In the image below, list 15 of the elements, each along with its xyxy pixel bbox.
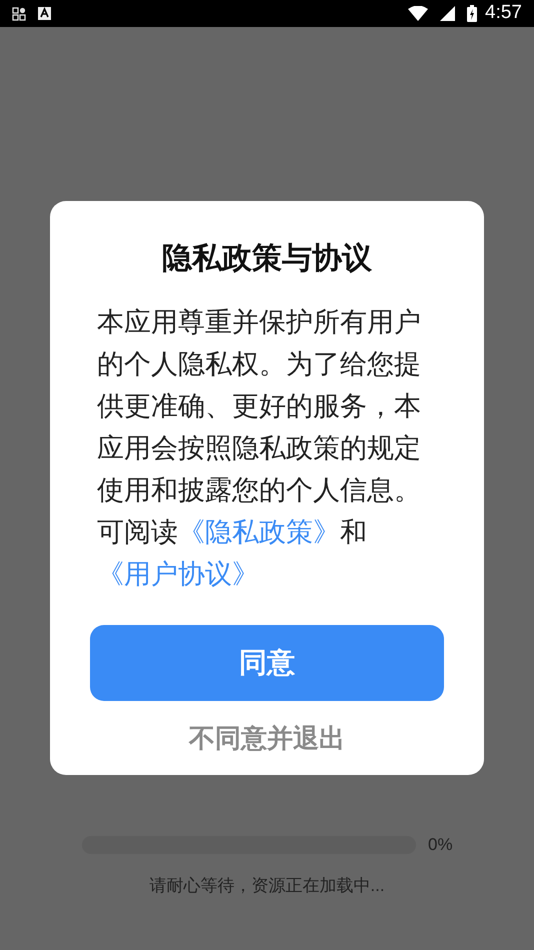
progress-percent: 0% [428,834,453,856]
signal-icon [440,6,456,21]
dialog-title: 隐私政策与协议 [162,241,372,277]
clock-time: 4:57 [485,1,522,26]
wifi-icon [408,6,428,21]
decline-exit-button[interactable]: 不同意并退出 [189,719,345,758]
loading-message: 请耐心等待，资源正在加载中... [149,875,385,897]
apps-icon [12,6,26,20]
agree-button[interactable]: 同意 [90,625,444,701]
policy-link[interactable]: 《隐私政策》 [178,517,340,547]
battery-icon [467,5,478,22]
agreement-sentence: 可阅读《隐私政策》和 《用户协议》 [97,516,368,591]
body-text: 本应用尊重并保护所有用户的个人隐私权。为了给您提供更准确、更好的服务，本应用会按照隐私政策的规定使用和披露您的个人信息。 [97,306,422,507]
keyboard-icon [38,7,51,20]
policy-link[interactable]: 《用户协议》 [97,559,259,589]
